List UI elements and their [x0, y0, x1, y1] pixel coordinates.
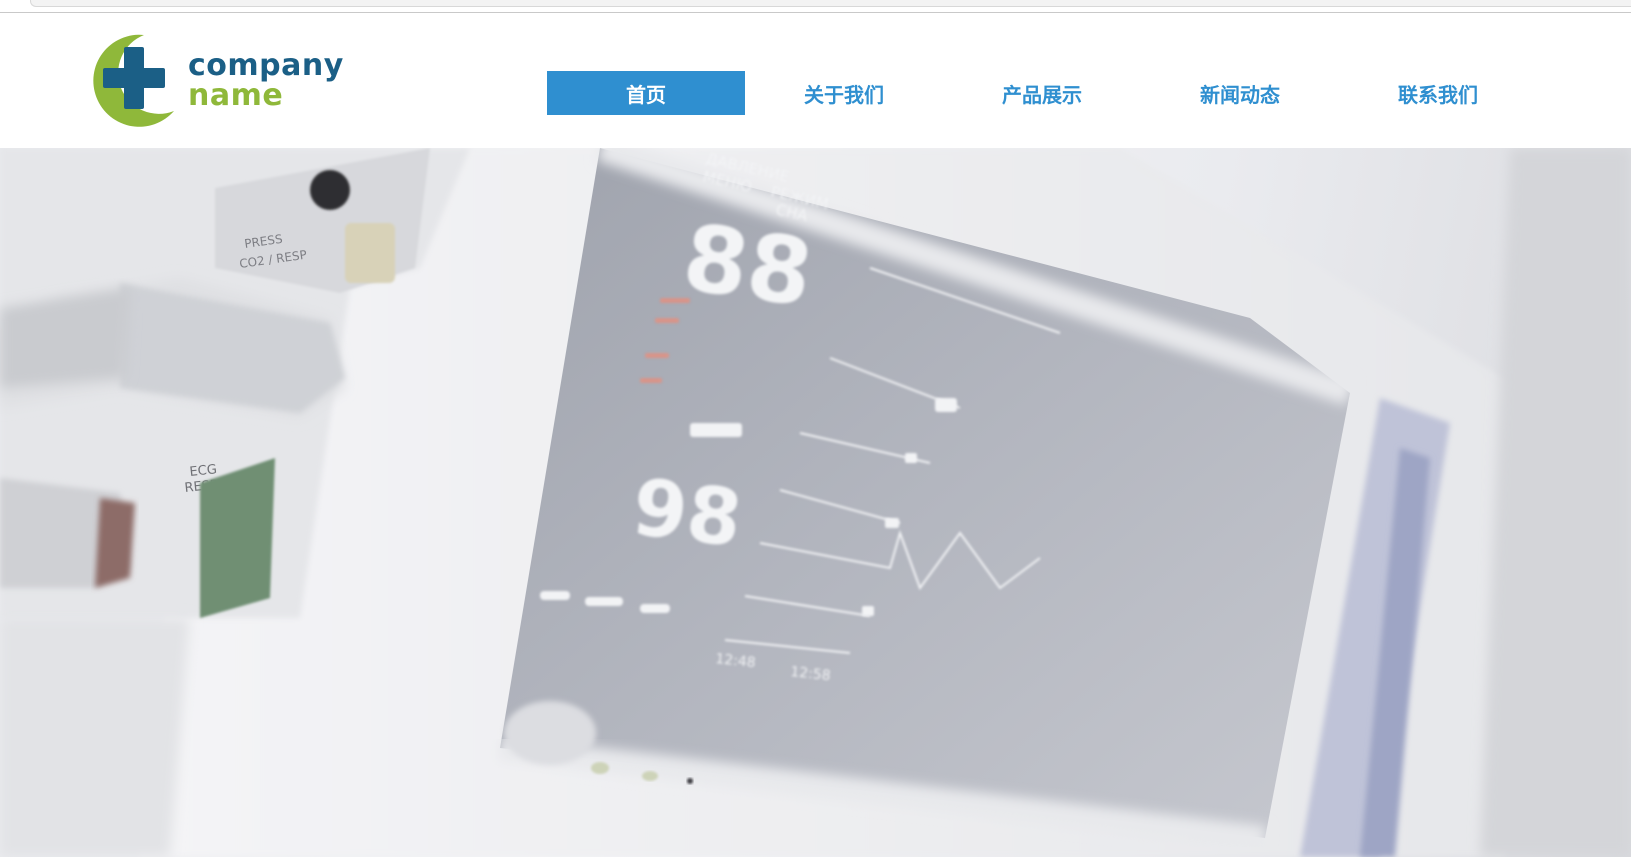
- medical-cross-icon: [93, 34, 174, 127]
- nav-item-news[interactable]: 新闻动态: [1141, 71, 1339, 115]
- nav-item-about[interactable]: 关于我们: [745, 71, 943, 115]
- main-nav: 首页 关于我们 产品展示 新闻动态 联系我们: [547, 71, 1537, 115]
- logo-wordmark: company name: [188, 51, 344, 111]
- browser-address-bar[interactable]: [30, 0, 1631, 7]
- nav-item-contact[interactable]: 联系我们: [1339, 71, 1537, 115]
- hero-banner: PRESS CO2 / RESP ECG RESP ДАВЛЕНИЕ МЕНЮ …: [0, 148, 1631, 857]
- site-header: company name 首页 关于我们 产品展示 新闻动态 联系我们: [0, 13, 1631, 148]
- company-logo[interactable]: company name: [82, 29, 352, 129]
- logo-line2: name: [188, 78, 284, 113]
- browser-top-strip: [0, 0, 1631, 14]
- hero-monitor-image: PRESS CO2 / RESP ECG RESP ДАВЛЕНИЕ МЕНЮ …: [0, 148, 1631, 857]
- logo-line1: company: [188, 48, 344, 83]
- monitor-readout-2: 98: [628, 463, 747, 566]
- nav-item-home[interactable]: 首页: [547, 71, 745, 115]
- monitor-readout-1: 88: [677, 204, 819, 328]
- nav-item-products[interactable]: 产品展示: [943, 71, 1141, 115]
